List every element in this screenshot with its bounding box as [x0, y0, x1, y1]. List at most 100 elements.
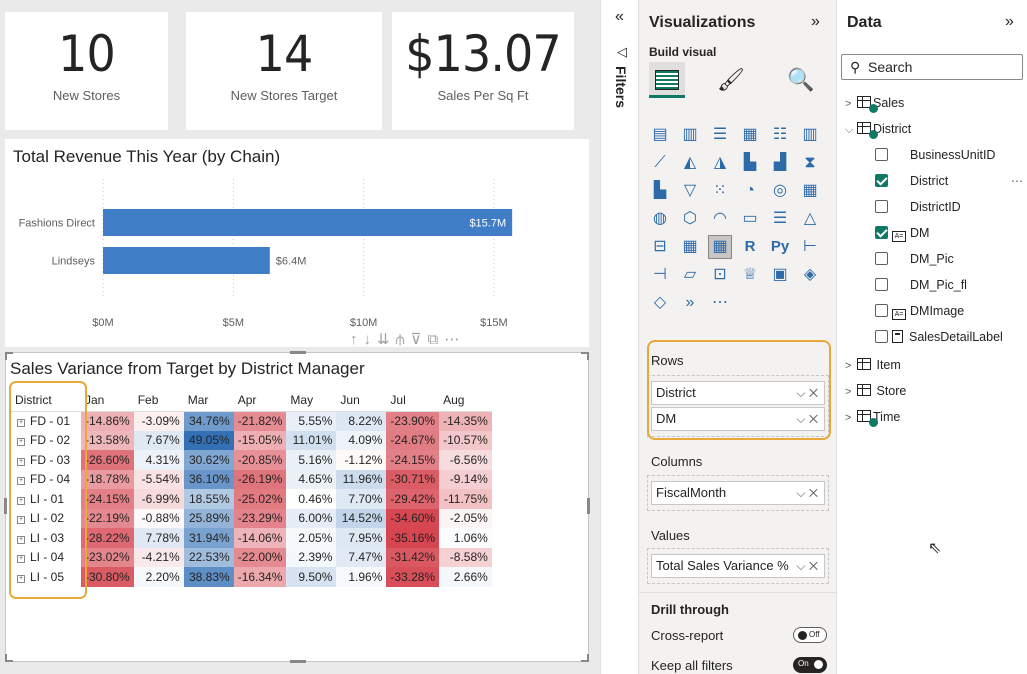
chevron-down-close-icon[interactable]: ⌵ ✕	[796, 555, 818, 577]
more-options-icon[interactable]: ⋯	[444, 331, 465, 348]
resize-handle-icon[interactable]	[581, 654, 589, 662]
matrix-cell[interactable]: 7.47%	[336, 547, 387, 567]
field-salesdetaillabel[interactable]: SalesDetailLabel	[875, 324, 1003, 350]
stacked-bar-chart-icon[interactable]: ▤	[649, 124, 671, 146]
matrix-cell[interactable]: -13.58%	[81, 430, 134, 450]
matrix-cell[interactable]: 7.78%	[133, 528, 184, 548]
pie-chart-icon[interactable]: ◔	[739, 180, 761, 202]
donut-chart-icon[interactable]: ◎	[769, 180, 791, 202]
column-header[interactable]: Jun	[336, 389, 387, 412]
matrix-cell[interactable]: -30.71%	[386, 469, 440, 489]
area-chart-icon[interactable]: ◭	[679, 152, 701, 174]
checkbox[interactable]	[875, 252, 888, 265]
matrix-cell[interactable]: -22.19%	[81, 508, 134, 528]
resize-handle-icon[interactable]	[5, 352, 13, 360]
matrix-cell[interactable]: 14.52%	[336, 508, 387, 528]
filter-icon[interactable]: ⊽	[411, 331, 428, 348]
double-arrow-down-icon[interactable]: ⇊	[377, 331, 396, 348]
analytics-icon[interactable]: 🔍	[783, 62, 819, 98]
matrix-cell[interactable]: -21.82%	[233, 411, 287, 431]
card-new-stores[interactable]: 10 New Stores	[5, 12, 168, 130]
column-header[interactable]: Aug	[439, 389, 492, 412]
matrix-cell[interactable]: 25.89%	[183, 508, 234, 528]
matrix-cell[interactable]: 18.55%	[183, 489, 234, 509]
field-districtid[interactable]: DistrictID	[875, 194, 961, 220]
matrix-cell[interactable]: -28.22%	[81, 528, 134, 548]
matrix-cell[interactable]: 2.39%	[286, 547, 337, 567]
matrix-cell[interactable]: -30.80%	[81, 567, 134, 587]
matrix-cell[interactable]: -0.88%	[133, 508, 184, 528]
power-apps-icon[interactable]: ◈	[799, 264, 821, 286]
checkbox-checked[interactable]	[875, 226, 888, 239]
field-businessunitid[interactable]: BusinessUnitID	[875, 142, 995, 168]
matrix-cell[interactable]: -33.28%	[386, 567, 440, 587]
line-chart-icon[interactable]: ⟋	[649, 152, 671, 174]
paginated-report-icon[interactable]: ▣	[769, 264, 791, 286]
matrix-cell[interactable]: -2.05%	[439, 508, 492, 528]
double-chevron-right-icon[interactable]: »	[811, 13, 820, 31]
fields-tab-icon[interactable]	[649, 62, 685, 98]
matrix-cell[interactable]: -31.42%	[386, 547, 440, 567]
matrix-cell[interactable]: -5.54%	[133, 469, 184, 489]
matrix-cell[interactable]: -35.16%	[386, 528, 440, 548]
gauge-icon[interactable]: ◠	[709, 208, 731, 230]
matrix-cell[interactable]: 11.96%	[336, 469, 387, 489]
columns-field-fiscalmonth[interactable]: FiscalMonth ⌵ ✕	[651, 481, 825, 505]
field-dm-pic[interactable]: DM_Pic	[875, 246, 954, 272]
focus-mode-icon[interactable]: ⧉	[427, 331, 444, 348]
clustered-column-chart-icon[interactable]: ▦	[739, 124, 761, 146]
matrix-cell[interactable]: 31.94%	[183, 528, 234, 548]
matrix-cell[interactable]: 2.05%	[286, 528, 337, 548]
stacked-column-chart-icon[interactable]: ▥	[679, 124, 701, 146]
matrix-cell[interactable]: -26.19%	[233, 469, 287, 489]
matrix-cell[interactable]: 2.20%	[133, 567, 184, 587]
matrix-cell[interactable]: -24.67%	[386, 430, 440, 450]
card-new-stores-target[interactable]: 14 New Stores Target	[186, 12, 382, 130]
double-chevron-left-icon[interactable]: «	[615, 8, 624, 26]
100-bar-chart-icon[interactable]: ☷	[769, 124, 791, 146]
keep-all-filters-toggle[interactable]: On	[793, 657, 827, 673]
matrix-cell[interactable]: 0.46%	[286, 489, 337, 509]
filters-label[interactable]: Filters	[613, 66, 629, 108]
matrix-cell[interactable]: -15.05%	[233, 430, 287, 450]
bar-chart-visual[interactable]: Total Revenue This Year (by Chain) $0M $5…	[5, 139, 589, 347]
slicer-icon[interactable]: ⊟	[649, 236, 671, 258]
qa-icon[interactable]: ▱	[679, 264, 701, 286]
matrix-cell[interactable]: -24.15%	[81, 489, 134, 509]
column-header[interactable]: Mar	[183, 389, 234, 412]
line-clustered-column-icon[interactable]: ▟	[769, 152, 791, 174]
matrix-cell[interactable]: -16.34%	[233, 567, 287, 587]
matrix-cell[interactable]: -22.00%	[233, 547, 287, 567]
arrow-down-icon[interactable]: ↓	[364, 331, 378, 348]
resize-handle-icon[interactable]	[4, 498, 7, 514]
matrix-cell[interactable]: 4.31%	[133, 450, 184, 470]
resize-handle-icon[interactable]	[290, 351, 306, 354]
checkbox[interactable]	[875, 304, 888, 317]
matrix-cell[interactable]: 7.95%	[336, 528, 387, 548]
card-sales-per-sqft[interactable]: $13.07 Sales Per Sq Ft	[392, 12, 574, 130]
format-visual-icon[interactable]: 🖌	[713, 62, 749, 98]
tree-table-store[interactable]: > Store	[845, 378, 906, 404]
matrix-cell[interactable]: 38.83%	[183, 567, 234, 587]
matrix-cell[interactable]: 4.09%	[336, 430, 387, 450]
chevron-down-close-icon[interactable]: ⌵ ✕	[796, 482, 818, 504]
field-district[interactable]: District	[875, 168, 948, 194]
more-options-icon[interactable]: ⋯	[1011, 168, 1023, 194]
matrix-cell[interactable]: 22.53%	[183, 547, 234, 567]
matrix-cell[interactable]: 4.65%	[286, 469, 337, 489]
cross-report-toggle[interactable]: Off	[793, 627, 827, 643]
tree-table-item[interactable]: > Item	[845, 352, 901, 378]
clustered-bar-chart-icon[interactable]: ☰	[709, 124, 731, 146]
line-column-chart-icon[interactable]: ▙	[739, 152, 761, 174]
matrix-cell[interactable]: 30.62%	[183, 450, 234, 470]
field-dm-pic-fl[interactable]: DM_Pic_fl	[875, 272, 967, 298]
matrix-cell[interactable]: -8.58%	[439, 547, 492, 567]
matrix-cell[interactable]: -34.60%	[386, 508, 440, 528]
matrix-cell[interactable]: 49.05%	[183, 430, 234, 450]
search-input[interactable]: ⚲ Search	[841, 54, 1023, 80]
double-chevron-right-icon[interactable]: »	[1005, 13, 1014, 31]
matrix-cell[interactable]: -24.15%	[386, 450, 440, 470]
matrix-cell[interactable]: -1.12%	[336, 450, 387, 470]
matrix-cell[interactable]: 36.10%	[183, 469, 234, 489]
column-header[interactable]: Apr	[233, 389, 287, 412]
